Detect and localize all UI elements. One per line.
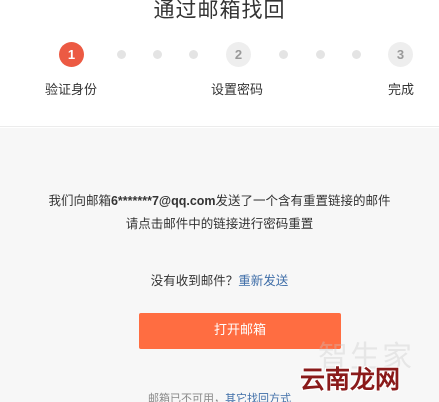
- step-dot: [316, 50, 325, 59]
- step-dot: [117, 50, 126, 59]
- step-dot: [153, 50, 162, 59]
- step-dot: [352, 50, 361, 59]
- instruction-message: 请点击邮件中的链接进行密码重置: [125, 216, 314, 231]
- resend-question: 没有收到邮件？: [150, 273, 239, 288]
- resend-link[interactable]: 重新发送: [238, 273, 288, 288]
- step-3-circle: 3: [388, 42, 413, 67]
- masked-email: 6*******7@qq.com: [110, 194, 216, 208]
- sent-prefix: 我们向邮箱: [48, 193, 111, 208]
- header-panel: 通过邮箱找回 1 2 3 验证身份 设置密码 完成: [0, 0, 439, 127]
- step-1-circle: 1: [59, 42, 84, 67]
- other-recovery-link[interactable]: 其它找回方式: [225, 392, 291, 402]
- resend-row: 没有收到邮件？重新发送: [0, 270, 439, 289]
- step-dot: [189, 50, 198, 59]
- watermark-logo: 云南龙网: [300, 365, 401, 394]
- step-dot: [279, 50, 288, 59]
- footer-text: 邮箱已不可用，: [148, 392, 225, 402]
- sent-suffix: 发送了一个含有重置链接的邮件: [215, 193, 391, 208]
- step-2-label: 设置密码: [211, 83, 264, 98]
- page-title: 通过邮箱找回: [153, 0, 286, 22]
- step-2-circle: 2: [226, 42, 251, 67]
- open-mailbox-button[interactable]: 打开邮箱: [139, 313, 341, 349]
- step-3-label: 完成: [388, 83, 415, 98]
- step-1-label: 验证身份: [45, 83, 98, 98]
- sent-message: 我们向邮箱6*******7@qq.com发送了一个含有重置链接的邮件: [0, 190, 439, 209]
